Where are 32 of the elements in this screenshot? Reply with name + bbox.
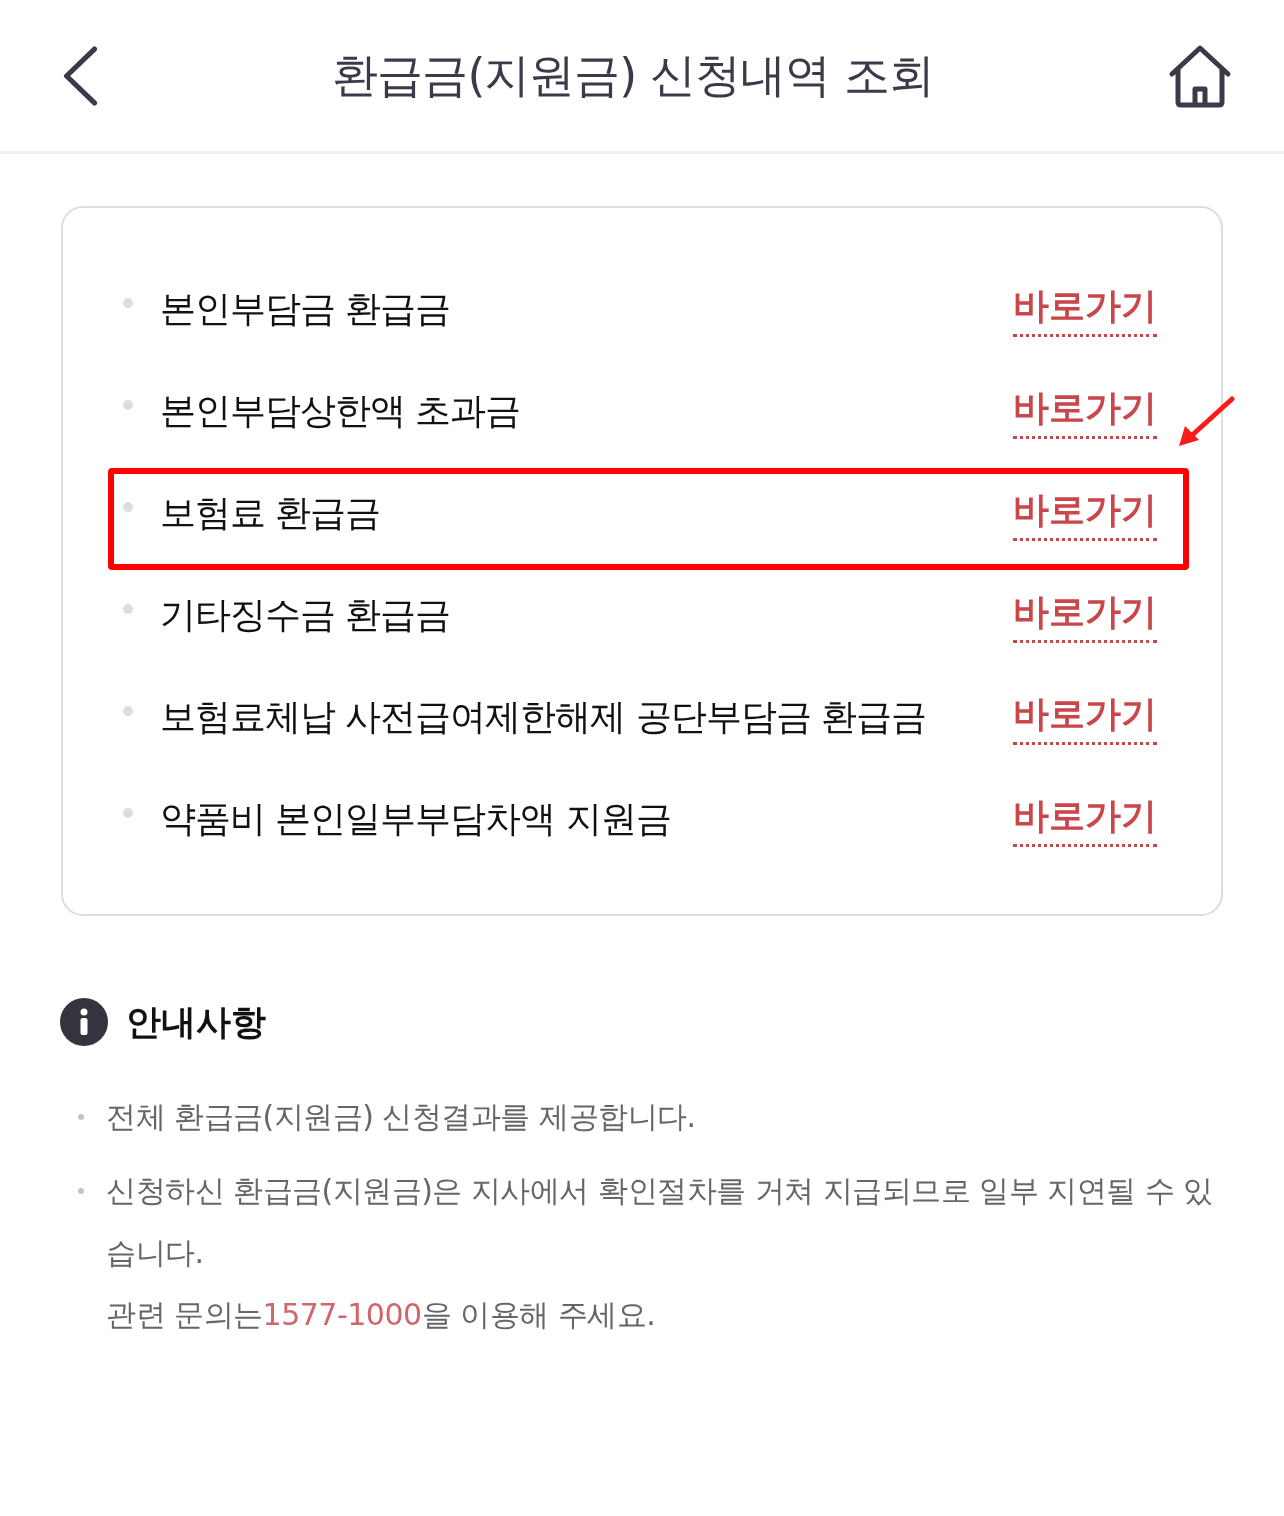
- page-title: 환급금(지원금) 신청내역 조회: [332, 46, 934, 104]
- bullet-icon: [123, 298, 133, 308]
- home-button[interactable]: [1168, 43, 1232, 108]
- bullet-icon: [78, 1188, 84, 1194]
- back-icon: [62, 45, 98, 106]
- home-icon: [1168, 43, 1232, 108]
- go-link[interactable]: 바로가기: [1013, 587, 1157, 643]
- phone-link[interactable]: 1577-1000: [262, 1297, 422, 1332]
- item-label: 보험료체납 사전급여제한해제 공단부담금 환급금: [160, 694, 928, 739]
- notice-title: 안내사항: [126, 1000, 266, 1044]
- item-label: 본인부담금 환급금: [160, 286, 452, 331]
- go-link[interactable]: 바로가기: [1013, 485, 1157, 541]
- item-label: 본인부담상한액 초과금: [160, 388, 522, 433]
- bullet-icon: [123, 808, 133, 818]
- item-label: 기타징수금 환급금: [160, 592, 452, 637]
- bullet-icon: [123, 400, 133, 410]
- contact-text: 관련 문의는1577-1000을 이용해 주세요.: [106, 1296, 657, 1334]
- go-link[interactable]: 바로가기: [1013, 281, 1157, 337]
- bullet-icon: [78, 1114, 84, 1120]
- note-text: 신청하신 환급금(지원금)은 지사에서 확인절차를 거쳐 지급되므로 일부 지연될 수 있습니다.: [106, 1172, 1214, 1272]
- go-link[interactable]: 바로가기: [1013, 791, 1157, 847]
- go-link[interactable]: 바로가기: [1013, 383, 1157, 439]
- back-button[interactable]: [62, 45, 98, 106]
- bullet-icon: [123, 706, 133, 716]
- item-label: 약품비 본인일부부담차액 지원금: [160, 796, 672, 841]
- item-label: 보험료 환급금: [160, 490, 382, 535]
- pointer-arrow: [1177, 396, 1235, 448]
- bullet-icon: [123, 604, 133, 614]
- info-icon: [60, 998, 108, 1046]
- note-text: 전체 환급금(지원금) 신청결과를 제공합니다.: [106, 1098, 697, 1136]
- bullet-icon: [123, 502, 133, 512]
- go-link[interactable]: 바로가기: [1013, 689, 1157, 745]
